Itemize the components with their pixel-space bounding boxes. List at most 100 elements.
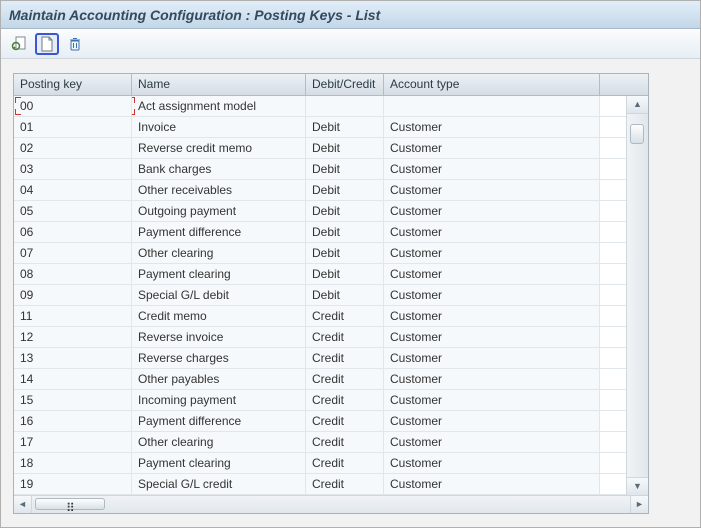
scroll-left-button[interactable]: ◄ [14,496,32,513]
cell-posting-key[interactable]: 03 [14,159,132,179]
table-row[interactable]: 14Other payablesCreditCustomer [14,369,648,390]
cell-account-type[interactable]: Customer [384,369,600,389]
col-header-posting-key[interactable]: Posting key [14,74,132,95]
cell-debit-credit[interactable]: Credit [306,369,384,389]
cell-posting-key[interactable]: 09 [14,285,132,305]
cell-posting-key[interactable]: 00 [14,96,132,116]
cell-posting-key[interactable]: 04 [14,180,132,200]
table-row[interactable]: 12Reverse invoiceCreditCustomer [14,327,648,348]
cell-debit-credit[interactable]: Debit [306,243,384,263]
vscroll-thumb[interactable] [630,124,644,144]
cell-name[interactable]: Other receivables [132,180,306,200]
cell-account-type[interactable]: Customer [384,201,600,221]
cell-debit-credit[interactable]: Credit [306,474,384,494]
cell-account-type[interactable]: Customer [384,411,600,431]
table-row[interactable]: 11Credit memoCreditCustomer [14,306,648,327]
cell-posting-key[interactable]: 05 [14,201,132,221]
cell-name[interactable]: Special G/L credit [132,474,306,494]
cell-posting-key[interactable]: 14 [14,369,132,389]
cell-posting-key[interactable]: 12 [14,327,132,347]
cell-posting-key[interactable]: 18 [14,453,132,473]
cell-name[interactable]: Reverse charges [132,348,306,368]
cell-name[interactable]: Other clearing [132,432,306,452]
scroll-down-button[interactable]: ▼ [627,477,648,495]
cell-posting-key[interactable]: 07 [14,243,132,263]
cell-account-type[interactable]: Customer [384,474,600,494]
details-button[interactable] [7,33,31,55]
cell-posting-key[interactable]: 17 [14,432,132,452]
table-row[interactable]: 05Outgoing paymentDebitCustomer [14,201,648,222]
cell-debit-credit[interactable]: Debit [306,285,384,305]
cell-account-type[interactable]: Customer [384,180,600,200]
create-button[interactable] [35,33,59,55]
cell-name[interactable]: Payment clearing [132,453,306,473]
cell-posting-key[interactable]: 01 [14,117,132,137]
cell-name[interactable]: Payment clearing [132,264,306,284]
scroll-up-button[interactable]: ▲ [627,96,648,114]
cell-debit-credit[interactable]: Debit [306,117,384,137]
cell-debit-credit[interactable]: Credit [306,327,384,347]
hscroll-thumb[interactable]: ⠿ [35,498,105,510]
cell-debit-credit[interactable]: Credit [306,411,384,431]
cell-debit-credit[interactable]: Credit [306,390,384,410]
col-header-account-type[interactable]: Account type [384,74,600,95]
cell-name[interactable]: Credit memo [132,306,306,326]
table-row[interactable]: 04Other receivablesDebitCustomer [14,180,648,201]
cell-debit-credit[interactable]: Credit [306,306,384,326]
cell-account-type[interactable]: Customer [384,264,600,284]
table-row[interactable]: 18Payment clearingCreditCustomer [14,453,648,474]
cell-debit-credit[interactable]: Debit [306,201,384,221]
cell-account-type[interactable]: Customer [384,117,600,137]
cell-name[interactable]: Act assignment model [132,96,306,116]
col-header-name[interactable]: Name [132,74,306,95]
cell-account-type[interactable]: Customer [384,243,600,263]
cell-name[interactable]: Other clearing [132,243,306,263]
table-row[interactable]: 09Special G/L debitDebitCustomer [14,285,648,306]
cell-debit-credit[interactable]: Credit [306,432,384,452]
table-row[interactable]: 19Special G/L creditCreditCustomer [14,474,648,495]
table-row[interactable]: 13Reverse chargesCreditCustomer [14,348,648,369]
table-row[interactable]: 00Act assignment model [14,96,648,117]
cell-account-type[interactable]: Customer [384,159,600,179]
cell-debit-credit[interactable]: Credit [306,453,384,473]
cell-account-type[interactable]: Customer [384,432,600,452]
table-row[interactable]: 17Other clearingCreditCustomer [14,432,648,453]
table-row[interactable]: 07Other clearingDebitCustomer [14,243,648,264]
cell-name[interactable]: Payment difference [132,411,306,431]
cell-debit-credit[interactable]: Debit [306,180,384,200]
cell-account-type[interactable]: Customer [384,327,600,347]
cell-name[interactable]: Reverse invoice [132,327,306,347]
cell-posting-key[interactable]: 19 [14,474,132,494]
cell-account-type[interactable]: Customer [384,390,600,410]
cell-posting-key[interactable]: 06 [14,222,132,242]
hscroll-track[interactable]: ⠿ [32,496,630,513]
cell-posting-key[interactable]: 08 [14,264,132,284]
cell-posting-key[interactable]: 15 [14,390,132,410]
cell-name[interactable]: Outgoing payment [132,201,306,221]
cell-account-type[interactable]: Customer [384,285,600,305]
horizontal-scrollbar[interactable]: ◄ ⠿ ► [14,495,648,513]
cell-account-type[interactable]: Customer [384,348,600,368]
cell-name[interactable]: Payment difference [132,222,306,242]
vertical-scrollbar[interactable]: ▲ ▼ [626,96,648,495]
table-row[interactable]: 02Reverse credit memoDebitCustomer [14,138,648,159]
delete-button[interactable] [63,33,87,55]
cell-debit-credit[interactable]: Credit [306,348,384,368]
cell-name[interactable]: Reverse credit memo [132,138,306,158]
table-row[interactable]: 01InvoiceDebitCustomer [14,117,648,138]
cell-posting-key[interactable]: 13 [14,348,132,368]
cell-account-type[interactable]: Customer [384,222,600,242]
cell-debit-credit[interactable]: Debit [306,264,384,284]
table-row[interactable]: 03Bank chargesDebitCustomer [14,159,648,180]
cell-debit-credit[interactable]: Debit [306,222,384,242]
cell-name[interactable]: Invoice [132,117,306,137]
scroll-right-button[interactable]: ► [630,496,648,513]
table-row[interactable]: 08Payment clearingDebitCustomer [14,264,648,285]
cell-posting-key[interactable]: 16 [14,411,132,431]
cell-account-type[interactable]: Customer [384,306,600,326]
cell-debit-credit[interactable]: Debit [306,138,384,158]
cell-posting-key[interactable]: 02 [14,138,132,158]
cell-name[interactable]: Bank charges [132,159,306,179]
cell-account-type[interactable] [384,96,600,116]
cell-name[interactable]: Incoming payment [132,390,306,410]
